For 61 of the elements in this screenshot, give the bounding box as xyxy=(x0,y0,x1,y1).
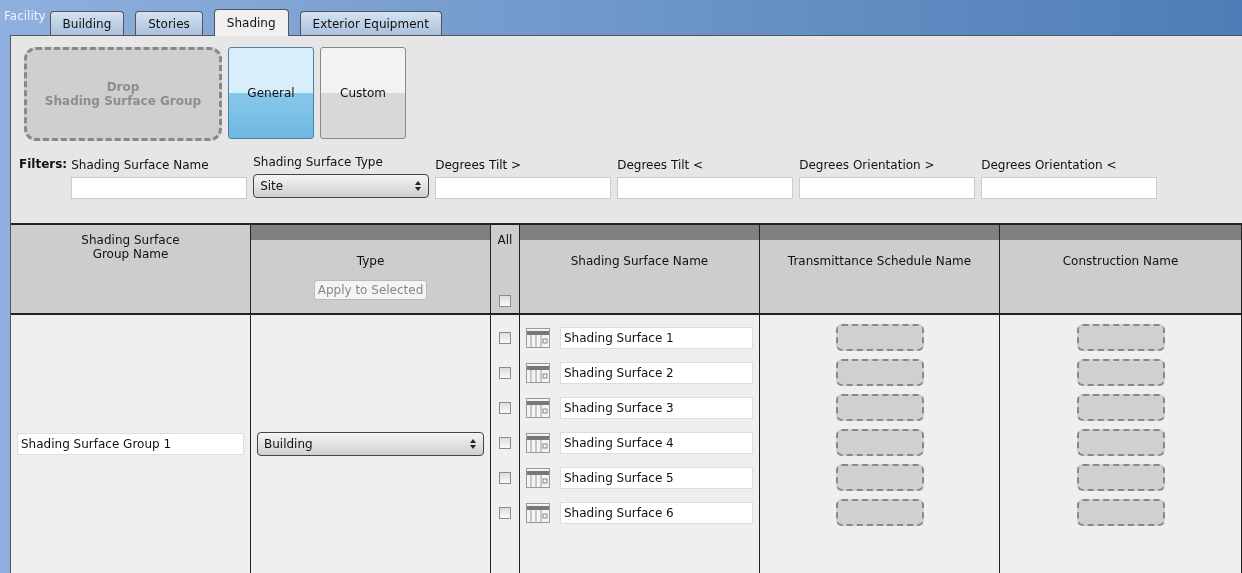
filter-label: Degrees Orientation > xyxy=(799,157,936,172)
type-dropdown[interactable]: Site xyxy=(253,174,430,198)
type-dropdown[interactable]: Building xyxy=(257,432,484,456)
drop-slot[interactable] xyxy=(1076,324,1165,351)
drop-slot[interactable] xyxy=(835,324,924,351)
drop-slot[interactable] xyxy=(1076,429,1165,456)
row-checkbox[interactable] xyxy=(499,366,511,379)
shading-surface-icon[interactable] xyxy=(526,327,550,348)
shading-surface-icon[interactable] xyxy=(526,397,550,418)
surface-name-field[interactable]: Shading Surface 1 xyxy=(560,326,753,349)
spinner-arrows-icon xyxy=(469,438,477,450)
column-label: Transmittance Schedule Name xyxy=(787,254,972,268)
row-checkbox[interactable] xyxy=(499,436,511,449)
drop-slot[interactable] xyxy=(835,394,924,421)
tab[interactable]: Stories xyxy=(135,11,203,35)
filter-field[interactable] xyxy=(435,177,612,199)
filters-label: Filters: xyxy=(19,157,68,171)
filter-field[interactable] xyxy=(799,177,976,199)
shading-surface-icon[interactable] xyxy=(526,432,550,453)
drop-slot[interactable] xyxy=(835,359,924,386)
surface-name-field[interactable]: Shading Surface 2 xyxy=(560,361,753,384)
surface-name-field[interactable]: Shading Surface 5 xyxy=(560,466,753,489)
section-label: Facility xyxy=(4,9,47,25)
filter-label: Degrees Orientation < xyxy=(981,157,1118,172)
drop-slot[interactable] xyxy=(835,499,924,526)
mode-button[interactable]: General xyxy=(228,47,314,139)
row-checkbox[interactable] xyxy=(499,471,511,484)
tab[interactable]: Shading xyxy=(213,9,289,36)
drop-slot[interactable] xyxy=(1076,499,1165,526)
column-label: All xyxy=(497,233,513,247)
filter-field[interactable] xyxy=(71,177,248,199)
column-label: Construction Name xyxy=(1062,254,1179,268)
row-checkbox[interactable] xyxy=(499,506,511,519)
row-checkbox[interactable] xyxy=(499,331,511,344)
column-label: Shading Surface Group Name xyxy=(81,233,180,261)
drop-slot[interactable] xyxy=(1076,464,1165,491)
spinner-arrows-icon xyxy=(414,180,423,192)
surface-name-field[interactable]: Shading Surface 6 xyxy=(560,501,753,524)
row-checkbox[interactable] xyxy=(499,401,511,414)
filter-label: Shading Surface Type xyxy=(253,154,384,169)
group-name-field[interactable]: Shading Surface Group 1 xyxy=(17,433,244,455)
select-all-checkbox[interactable] xyxy=(499,295,511,307)
filter-field[interactable] xyxy=(617,177,794,199)
mode-button[interactable]: Custom xyxy=(320,47,406,139)
filter-field[interactable] xyxy=(981,177,1158,199)
shading-surface-icon[interactable] xyxy=(526,362,550,383)
filter-label: Degrees Tilt > xyxy=(435,157,523,172)
shading-surface-icon[interactable] xyxy=(526,502,550,523)
surface-name-field[interactable]: Shading Surface 3 xyxy=(560,396,753,419)
surface-name-field[interactable]: Shading Surface 4 xyxy=(560,431,753,454)
tab[interactable]: Building xyxy=(49,11,125,35)
drop-slot[interactable] xyxy=(835,429,924,456)
drop-slot[interactable] xyxy=(835,464,924,491)
tab[interactable]: Exterior Equipment xyxy=(299,11,442,35)
shading-surface-icon[interactable] xyxy=(526,467,550,488)
filter-label: Degrees Tilt < xyxy=(617,157,705,172)
drop-slot[interactable] xyxy=(1076,394,1165,421)
filter-label: Shading Surface Name xyxy=(71,157,210,172)
column-label: Shading Surface Name xyxy=(570,254,709,268)
column-label: Type xyxy=(356,254,385,268)
drop-slot[interactable] xyxy=(1076,359,1165,386)
